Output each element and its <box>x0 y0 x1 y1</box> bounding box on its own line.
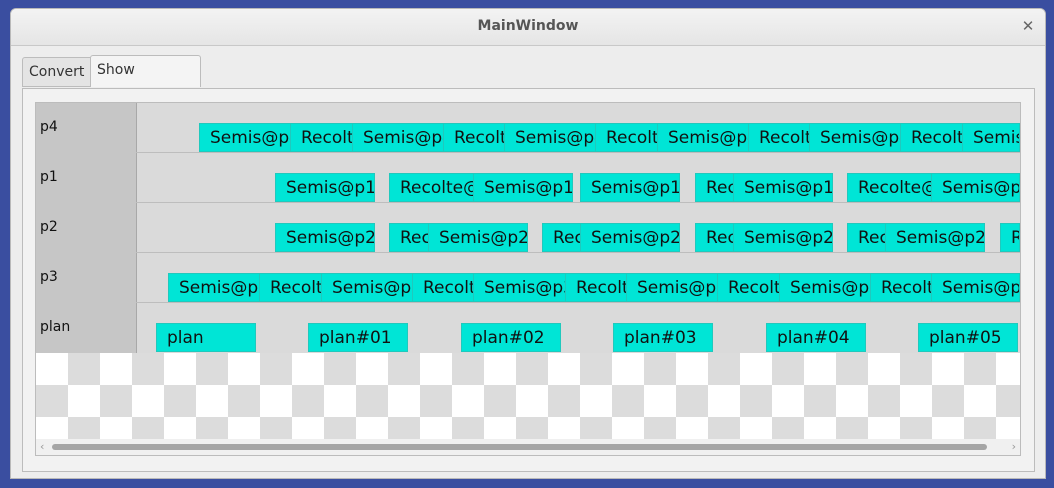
timeline-item[interactable]: Recolte@p3:05 <box>870 273 933 302</box>
timeline-item[interactable]: Semis@p2:03 <box>580 223 680 252</box>
timeline-scene: p4 p1 p2 p3 plan Semis@p4:01Recolte@p4:0… <box>36 103 1020 354</box>
horizontal-scrollbar[interactable]: ‹ › <box>36 439 1020 455</box>
timeline-item[interactable]: Semis@p3:04 <box>626 273 719 302</box>
timeline-item[interactable]: plan#02 <box>461 323 561 352</box>
timeline-item[interactable]: Semis@p2:04 <box>733 223 833 252</box>
empty-scene-area <box>36 353 1020 439</box>
timeline-item[interactable]: Semis@p4:02 <box>352 123 445 152</box>
timeline-item[interactable]: Semis@p4:01 <box>199 123 292 152</box>
timeline-item[interactable]: Recolte@p3:03 <box>565 273 628 302</box>
timeline-item[interactable]: Recolte@p1:03 <box>695 173 735 202</box>
row-label-text: p4 <box>40 119 58 135</box>
row-divider <box>136 252 1020 253</box>
timeline-item[interactable]: Semis@p4:05 <box>809 123 902 152</box>
timeline-item[interactable]: Recolte@p4:02 <box>443 123 506 152</box>
timeline-item[interactable]: Recolte@p2:05 <box>1000 223 1020 252</box>
timeline-item[interactable]: Recolte@p2:01 <box>389 223 430 252</box>
timeline-item[interactable]: Semis@p4:03 <box>504 123 597 152</box>
timeline-item[interactable]: Semis@p3:05 <box>779 273 872 302</box>
timeline-item[interactable]: Semis@p2:01 <box>275 223 375 252</box>
row-label-text: p1 <box>40 169 58 185</box>
timeline-item[interactable]: Semis@p3:01 <box>168 273 261 302</box>
row-divider <box>136 302 1020 303</box>
timeline-item[interactable]: plan#01 <box>308 323 408 352</box>
timeline-item[interactable]: Recolte@p4:01 <box>290 123 354 152</box>
row-label-p4: p4 <box>36 103 137 154</box>
timeline-item[interactable]: Semis@p3:06 <box>931 273 1020 302</box>
title-bar[interactable]: MainWindow ✕ <box>11 9 1045 46</box>
chevron-left-icon[interactable]: ‹ <box>40 440 44 453</box>
timeline-item[interactable]: Recolte@p2:02 <box>542 223 582 252</box>
timeline-item[interactable]: Recolte@p4:04 <box>748 123 811 152</box>
scrollbar-thumb[interactable] <box>52 444 987 450</box>
timeline-item[interactable]: Semis@p2:05 <box>885 223 985 252</box>
timeline-item[interactable]: Semis@p1:01 <box>275 173 375 202</box>
timeline-item[interactable]: Recolte@p4:05 <box>900 123 964 152</box>
row-divider <box>136 202 1020 203</box>
row-label-p2: p2 <box>36 203 137 254</box>
main-window: MainWindow ✕ Convert Show Timeline p4 p1… <box>10 8 1046 479</box>
timeline-item[interactable]: Recolte@p2:04 <box>847 223 887 252</box>
timeline-item[interactable]: Recolte@p3:04 <box>717 273 781 302</box>
timeline-item[interactable]: Semis@p1:05 <box>931 173 1020 202</box>
close-icon[interactable]: ✕ <box>1021 17 1035 35</box>
window-title: MainWindow <box>477 18 579 34</box>
chevron-right-icon[interactable]: › <box>1012 440 1016 453</box>
timeline-item[interactable]: Semis@p4:06 <box>962 123 1020 152</box>
timeline-item[interactable]: plan <box>156 323 256 352</box>
row-divider <box>136 152 1020 153</box>
timeline-item[interactable]: plan#05 <box>918 323 1018 352</box>
timeline-item[interactable]: Semis@p3:02 <box>321 273 414 302</box>
timeline-item[interactable]: Semis@p1:04 <box>733 173 833 202</box>
row-label-p3: p3 <box>36 253 137 304</box>
timeline-tab-panel: p4 p1 p2 p3 plan Semis@p4:01Recolte@p4:0… <box>22 88 1035 472</box>
timeline-item[interactable]: Semis@p2:02 <box>428 223 528 252</box>
timeline-item[interactable]: Recolte@p4:03 <box>595 123 659 152</box>
row-label-text: plan <box>40 319 71 335</box>
tab-show-timeline[interactable]: Show Timeline <box>90 55 201 106</box>
timeline-item[interactable]: Semis@p4:04 <box>657 123 750 152</box>
tab-convert[interactable]: Convert <box>22 57 99 87</box>
row-label-text: p3 <box>40 269 58 285</box>
timeline-view[interactable]: p4 p1 p2 p3 plan Semis@p4:01Recolte@p4:0… <box>35 102 1021 456</box>
timeline-item[interactable]: Semis@p3:03 <box>473 273 567 302</box>
timeline-item[interactable]: Recolte@p2:03 <box>695 223 735 252</box>
row-label-plan: plan <box>36 303 137 354</box>
timeline-item[interactable]: Semis@p1:03 <box>580 173 680 202</box>
timeline-item[interactable]: plan#04 <box>766 323 866 352</box>
timeline-item[interactable]: Recolte@p3:01 <box>259 273 323 302</box>
row-label-p1: p1 <box>36 153 137 204</box>
row-label-text: p2 <box>40 219 58 235</box>
timeline-item[interactable]: Recolte@p1:04 <box>847 173 933 202</box>
timeline-item[interactable]: Recolte@p3:02 <box>412 273 475 302</box>
timeline-item[interactable]: Semis@p1:02 <box>473 173 573 202</box>
timeline-item[interactable]: plan#03 <box>613 323 713 352</box>
timeline-item[interactable]: Recolte@p1:01 <box>389 173 475 202</box>
